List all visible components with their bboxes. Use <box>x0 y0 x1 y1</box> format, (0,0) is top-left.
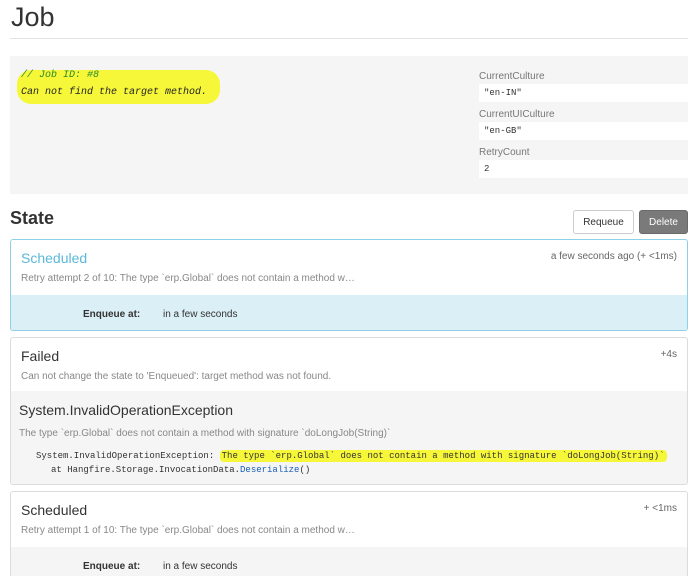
requeue-button[interactable]: Requeue <box>573 210 634 234</box>
state-time: a few seconds ago (+ <1ms) <box>550 251 677 262</box>
state-time: +4s <box>660 349 677 360</box>
title-divider <box>10 38 688 39</box>
stack-trace-line: System.InvalidOperationException: The ty… <box>36 450 667 462</box>
exception-details: System.InvalidOperationException The typ… <box>11 391 687 484</box>
state-details: Enqueue at: in a few seconds <box>11 547 687 576</box>
property-label-retry-count: RetryCount <box>479 147 530 158</box>
job-error-text: Can not find the target method. <box>21 87 208 98</box>
property-label-current-ui-culture: CurrentUICulture <box>479 109 555 120</box>
stack-frame-method: Deserialize <box>240 465 300 475</box>
stack-exception-prefix: System.InvalidOperationException: <box>36 451 215 461</box>
job-id-comment: // Job ID: #8 <box>21 70 100 81</box>
state-heading: State <box>10 208 55 228</box>
state-title: Failed <box>21 348 60 364</box>
stack-frame-prefix: at Hangfire.Storage.InvocationData. <box>51 465 241 475</box>
state-title: Scheduled <box>21 502 88 518</box>
stack-highlighted-message: The type `erp.Global` does not contain a… <box>219 450 667 462</box>
job-details-panel: // Job ID: #8 Can not find the target me… <box>10 56 688 194</box>
state-details: Enqueue at: in a few seconds <box>11 295 687 330</box>
delete-button[interactable]: Delete <box>639 210 688 234</box>
state-description: Retry attempt 2 of 10: The type `erp.Glo… <box>21 273 355 284</box>
exception-message: The type `erp.Global` does not contain a… <box>19 428 391 439</box>
stack-frame-suffix: () <box>299 465 311 475</box>
property-label-current-culture: CurrentCulture <box>479 71 545 82</box>
state-card-scheduled-current: Scheduled a few seconds ago (+ <1ms) Ret… <box>10 239 688 331</box>
state-time: + <1ms <box>643 503 677 514</box>
state-card-failed: Failed +4s Can not change the state to '… <box>10 337 688 485</box>
enqueue-at-label: Enqueue at: <box>83 561 141 572</box>
property-value-retry-count: 2 <box>479 160 688 178</box>
state-card-scheduled-previous: Scheduled + <1ms Retry attempt 1 of 10: … <box>10 491 688 576</box>
state-description: Can not change the state to 'Enqueued': … <box>21 371 332 382</box>
property-value-current-culture: "en-IN" <box>479 84 688 102</box>
exception-type: System.InvalidOperationException <box>19 402 233 418</box>
state-description: Retry attempt 1 of 10: The type `erp.Glo… <box>21 525 355 536</box>
enqueue-at-value: in a few seconds <box>163 309 238 320</box>
page-title: Job <box>11 2 55 32</box>
stack-trace-line: at Hangfire.Storage.InvocationData.Deser… <box>51 465 310 475</box>
enqueue-at-label: Enqueue at: <box>83 309 141 320</box>
state-title: Scheduled <box>21 250 88 266</box>
property-value-current-ui-culture: "en-GB" <box>479 122 688 140</box>
enqueue-at-value: in a few seconds <box>163 561 238 572</box>
